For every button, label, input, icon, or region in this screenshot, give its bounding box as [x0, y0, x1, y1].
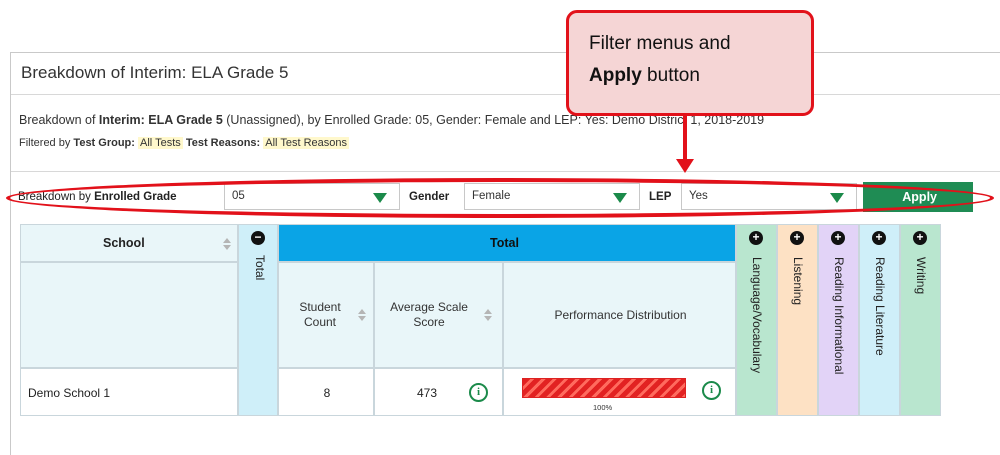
callout-line-2-rest: button — [641, 65, 700, 86]
enrolled-grade-value: 05 — [232, 190, 245, 202]
callout-box: Filter menus and Apply button — [566, 10, 814, 116]
expand-icon[interactable]: + — [831, 231, 845, 245]
expand-icon[interactable]: + — [913, 231, 927, 245]
info-icon[interactable]: i — [702, 381, 721, 400]
sort-asc-icon — [223, 238, 231, 243]
claim-label: Language/Vocabulary — [750, 257, 764, 374]
table-row-school: Demo School 1 — [20, 368, 238, 416]
student-count-cell: 8 — [278, 368, 374, 416]
filtered-by-line: Filtered by Test Group: All Tests Test R… — [19, 137, 349, 149]
info-icon[interactable]: i — [469, 383, 488, 402]
breakdown-prefix: Breakdown by — [18, 191, 95, 203]
lep-select[interactable]: Yes — [681, 183, 857, 210]
total-column-toggle[interactable]: − Total — [238, 224, 278, 416]
performance-percent: 100% — [593, 403, 613, 412]
gender-select[interactable]: Female — [464, 183, 640, 210]
filter-bar: Breakdown by Enrolled Grade 05 Gender Fe… — [18, 182, 973, 212]
test-group-label: Test Group: — [73, 137, 135, 149]
total-group-header: Total — [278, 224, 736, 262]
claim-label: Listening — [791, 257, 805, 306]
chevron-down-icon — [613, 193, 627, 203]
description-assessment: Interim: ELA Grade 5 — [98, 113, 223, 127]
panel-title: Breakdown of Interim: ELA Grade 5 — [21, 63, 289, 82]
performance-distribution-label: Performance Distribution — [554, 308, 687, 322]
callout-arrowhead — [676, 159, 694, 173]
sort-desc-icon — [358, 316, 366, 321]
claim-column-listening[interactable]: + Listening — [777, 224, 818, 416]
average-scale-score-cell: 473 i — [374, 368, 503, 416]
sort-asc-icon — [358, 309, 366, 314]
callout-arrow — [683, 116, 687, 162]
claim-label: Writing — [914, 257, 928, 295]
expand-icon[interactable]: + — [872, 231, 886, 245]
apply-button[interactable]: Apply — [863, 182, 973, 212]
student-count-label: Student Count — [299, 300, 341, 329]
average-scale-score-value: 473 — [417, 386, 438, 400]
claim-label: Reading Informational — [832, 257, 846, 375]
school-column-header[interactable]: School — [20, 224, 238, 262]
claim-column-language-vocabulary[interactable]: + Language/Vocabulary — [736, 224, 777, 416]
expand-icon[interactable]: + — [790, 231, 804, 245]
collapse-icon[interactable]: − — [251, 231, 265, 245]
sort-desc-icon — [484, 316, 492, 321]
chevron-down-icon — [373, 193, 387, 203]
expand-icon[interactable]: + — [749, 231, 763, 245]
claim-label: Reading Literature — [873, 257, 887, 356]
callout-apply-word: Apply — [589, 65, 642, 86]
student-count-value: 8 — [323, 386, 331, 400]
lep-value: Yes — [689, 190, 708, 202]
filters-divider — [11, 171, 1000, 172]
average-scale-score-label: Average Scale Score — [390, 300, 468, 329]
average-scale-score-header[interactable]: Average Scale Score — [374, 262, 503, 368]
performance-distribution-cell: 100% i — [503, 368, 736, 416]
school-header-label: School — [103, 236, 145, 250]
gender-label: Gender — [409, 191, 450, 203]
callout-line-2: Apply button — [589, 65, 700, 87]
filtered-prefix: Filtered by — [19, 137, 74, 149]
enrolled-grade-select[interactable]: 05 — [224, 183, 400, 210]
school-name: Demo School 1 — [28, 386, 111, 400]
total-header-label: Total — [490, 236, 519, 250]
title-divider — [11, 94, 1000, 95]
breakdown-label: Breakdown by Enrolled Grade — [18, 191, 177, 203]
school-subheader — [20, 262, 238, 368]
chevron-down-icon — [830, 193, 844, 203]
breakdown-field: Enrolled Grade — [94, 191, 177, 203]
test-reasons-value: All Test Reasons — [263, 137, 349, 149]
sort-asc-icon — [484, 309, 492, 314]
performance-bar — [522, 378, 686, 398]
lep-label: LEP — [649, 191, 672, 203]
performance-distribution-header: Performance Distribution — [503, 262, 736, 368]
test-group-value: All Tests — [138, 137, 183, 149]
callout-line-1: Filter menus and — [589, 33, 731, 54]
gender-value: Female — [472, 190, 511, 202]
claim-column-reading-informational[interactable]: + Reading Informational — [818, 224, 859, 416]
total-column-label: Total — [253, 255, 267, 281]
test-reasons-label: Test Reasons: — [185, 137, 261, 149]
sort-desc-icon — [223, 245, 231, 250]
claim-column-reading-literature[interactable]: + Reading Literature — [859, 224, 900, 416]
claim-column-writing[interactable]: + Writing — [900, 224, 941, 416]
description-prefix: Breakdown of — [19, 113, 99, 127]
student-count-header[interactable]: Student Count — [278, 262, 374, 368]
